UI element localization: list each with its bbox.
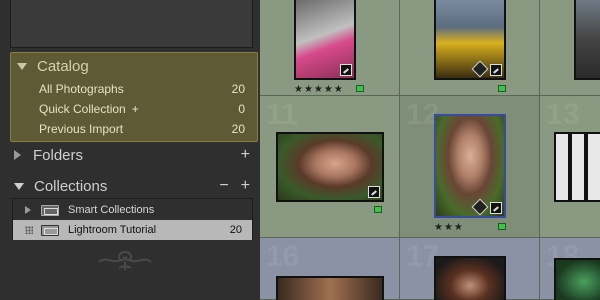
cell-index: 16 bbox=[266, 240, 300, 273]
panel-end-ornament-icon bbox=[98, 251, 152, 270]
green-label-icon[interactable] bbox=[356, 85, 364, 92]
expand-triangle-icon[interactable] bbox=[25, 206, 31, 214]
remove-collection-icon[interactable]: − bbox=[219, 177, 228, 195]
collections-header[interactable]: Collections − + bbox=[14, 173, 258, 199]
grid-cell[interactable]: 17 bbox=[400, 238, 540, 300]
grid-cell[interactable]: ★★★★★ bbox=[260, 0, 400, 96]
photo-thumbnail[interactable] bbox=[276, 132, 384, 202]
catalog-item-label: Previous Import bbox=[39, 122, 124, 136]
star-rating[interactable]: ★★★ bbox=[434, 222, 464, 233]
photo-thumbnail-selected[interactable] bbox=[434, 114, 506, 218]
catalog-item-previous-import[interactable]: Previous Import 20 bbox=[11, 119, 257, 139]
quick-collection-plus-icon: + bbox=[131, 102, 139, 116]
left-panel: Catalog All Photographs 20 Quick Collect… bbox=[0, 0, 260, 300]
collections-title: Collections bbox=[34, 177, 108, 195]
library-grid: ★★★★★ 11 12 ★★★ 13 16 17 18 bbox=[260, 0, 600, 300]
photo-thumbnail[interactable] bbox=[276, 276, 384, 300]
folders-title: Folders bbox=[33, 146, 84, 164]
grid-cell[interactable]: 16 bbox=[260, 238, 400, 300]
green-label-icon[interactable] bbox=[374, 206, 382, 213]
grid-cell[interactable]: 12 ★★★ bbox=[400, 96, 540, 238]
collection-icon bbox=[41, 224, 59, 236]
catalog-title: Catalog bbox=[37, 57, 89, 75]
catalog-item-label: Quick Collection + bbox=[39, 102, 139, 116]
grid-cell[interactable]: 18 bbox=[540, 238, 600, 300]
grid-cell[interactable]: 11 bbox=[260, 96, 400, 238]
add-collection-icon[interactable]: + bbox=[241, 177, 250, 195]
catalog-item-count: 20 bbox=[231, 82, 245, 96]
collection-item-smart-collections[interactable]: Smart Collections bbox=[13, 200, 252, 220]
collection-item-label: Smart Collections bbox=[68, 204, 155, 216]
star-rating[interactable]: ★★★★★ bbox=[294, 84, 344, 95]
collapse-triangle-icon[interactable] bbox=[17, 62, 27, 70]
catalog-item-count: 20 bbox=[231, 122, 245, 136]
collection-set-icon bbox=[41, 204, 59, 216]
green-label-icon[interactable] bbox=[498, 85, 506, 92]
photo-thumbnail[interactable] bbox=[294, 0, 356, 80]
keyword-tag-icon bbox=[471, 198, 489, 216]
catalog-item-quick-collection[interactable]: Quick Collection + 0 bbox=[11, 99, 257, 119]
edited-badge-icon bbox=[340, 64, 352, 76]
catalog-panel: Catalog All Photographs 20 Quick Collect… bbox=[10, 52, 258, 142]
photo-thumbnail[interactable] bbox=[434, 0, 506, 80]
collections-actions: − + bbox=[219, 177, 250, 195]
edited-badge-icon bbox=[368, 186, 380, 198]
catalog-header[interactable]: Catalog bbox=[11, 53, 257, 79]
catalog-item-label: All Photographs bbox=[39, 82, 124, 96]
collection-item-lightroom-tutorial[interactable]: Lightroom Tutorial 20 bbox=[13, 220, 252, 240]
cell-index: 11 bbox=[266, 98, 298, 131]
collection-item-count: 20 bbox=[229, 224, 242, 236]
collections-list: Smart Collections Lightroom Tutorial 20 bbox=[12, 198, 253, 240]
photo-thumbnail[interactable] bbox=[554, 258, 600, 300]
navigator-preview bbox=[10, 0, 253, 48]
edited-badge-icon bbox=[490, 64, 502, 76]
folders-actions: + bbox=[241, 146, 250, 164]
drag-grip-icon bbox=[25, 226, 33, 234]
photo-thumbnail[interactable] bbox=[574, 0, 600, 80]
catalog-item-all-photographs[interactable]: All Photographs 20 bbox=[11, 79, 257, 99]
add-folder-icon[interactable]: + bbox=[241, 146, 250, 164]
edited-badge-icon bbox=[490, 202, 502, 214]
folders-header[interactable]: Folders + bbox=[14, 142, 258, 168]
collection-item-label: Lightroom Tutorial bbox=[68, 224, 157, 236]
grid-cell[interactable] bbox=[400, 0, 540, 96]
catalog-item-count: 0 bbox=[238, 102, 245, 116]
grid-cell[interactable] bbox=[540, 0, 600, 96]
keyword-tag-icon bbox=[471, 60, 489, 78]
collapse-triangle-icon[interactable] bbox=[14, 182, 24, 190]
green-label-icon[interactable] bbox=[498, 223, 506, 230]
cell-index: 13 bbox=[546, 98, 580, 131]
expand-triangle-icon[interactable] bbox=[14, 150, 21, 160]
photo-thumbnail[interactable] bbox=[434, 256, 506, 300]
grid-cell[interactable]: 13 bbox=[540, 96, 600, 238]
photo-thumbnail[interactable] bbox=[554, 132, 600, 202]
